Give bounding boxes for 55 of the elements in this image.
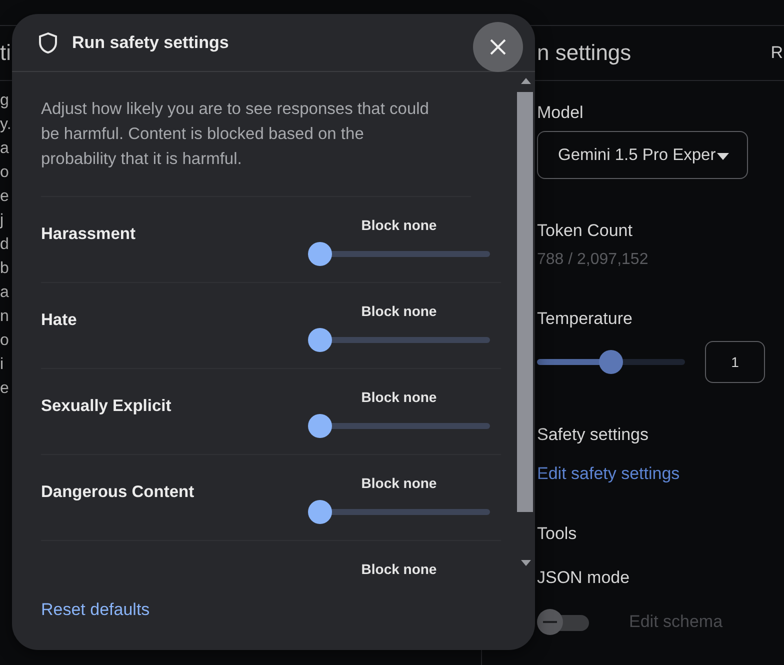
category-label: Dangerous Content bbox=[41, 483, 194, 502]
threshold-label: Block none bbox=[361, 217, 437, 233]
token-count: 788 / 2,097,152 bbox=[537, 251, 650, 269]
panel-title: n settings bbox=[537, 40, 632, 66]
slider-thumb[interactable] bbox=[308, 328, 332, 352]
minus-icon bbox=[543, 621, 557, 623]
scroll-down-icon[interactable] bbox=[521, 560, 531, 566]
slider-thumb[interactable] bbox=[308, 500, 332, 524]
panel-title: ti bbox=[0, 40, 11, 66]
threshold-slider[interactable] bbox=[308, 242, 490, 266]
category-label: Hate bbox=[41, 311, 77, 330]
temperature-input[interactable]: 1 bbox=[705, 341, 765, 383]
temperature-label: Temperature bbox=[537, 309, 634, 329]
tools-label: Tools bbox=[537, 524, 578, 544]
close-icon bbox=[489, 38, 507, 56]
text-line: i bbox=[0, 355, 4, 375]
caret-icon bbox=[717, 153, 729, 160]
text-line: n bbox=[0, 307, 9, 327]
edit-safety-link[interactable]: Edit safety settings bbox=[537, 464, 680, 484]
text-line: b bbox=[0, 259, 9, 279]
threshold-slider[interactable] bbox=[308, 328, 490, 352]
slider-thumb[interactable] bbox=[599, 350, 623, 374]
text-line: o bbox=[0, 163, 9, 183]
header-button[interactable]: R bbox=[770, 43, 783, 63]
reset-defaults-link[interactable]: Reset defaults bbox=[41, 600, 150, 620]
text-line: a bbox=[0, 139, 9, 159]
text-line: g bbox=[0, 91, 9, 111]
model-dropdown[interactable]: Gemini 1.5 Pro Exper bbox=[537, 131, 748, 179]
text-line: e bbox=[0, 187, 9, 207]
text-line: a bbox=[0, 283, 9, 303]
slider-thumb[interactable] bbox=[308, 414, 332, 438]
text-line: e bbox=[0, 379, 9, 399]
text-line: y. bbox=[0, 115, 12, 135]
temperature-slider[interactable] bbox=[537, 350, 685, 374]
text-line: d bbox=[0, 235, 9, 255]
text-line: o bbox=[0, 331, 9, 351]
dialog-title: Run safety settings bbox=[72, 32, 229, 52]
safety-settings-label: Safety settings bbox=[537, 425, 650, 445]
threshold-label: Block none bbox=[361, 561, 437, 577]
threshold-label: Block none bbox=[361, 303, 437, 319]
slider-thumb[interactable] bbox=[308, 242, 332, 266]
threshold-label: Block none bbox=[361, 389, 437, 405]
threshold-slider[interactable] bbox=[308, 500, 490, 524]
threshold-label: Block none bbox=[361, 475, 437, 491]
scrollbar-thumb[interactable] bbox=[517, 92, 533, 512]
shield-icon bbox=[38, 32, 58, 54]
token-count-label: Token Count bbox=[537, 221, 634, 241]
json-mode-label: JSON mode bbox=[537, 568, 631, 588]
category-label: Sexually Explicit bbox=[41, 397, 172, 416]
threshold-slider[interactable] bbox=[308, 414, 490, 438]
dialog-description: Adjust how likely you are to see responses that could be harmful. Content is blocked based on the probability that it is harmful. bbox=[41, 97, 471, 197]
model-label: Model bbox=[537, 103, 584, 123]
category-label: Harassment bbox=[41, 225, 136, 244]
close-button[interactable] bbox=[473, 22, 523, 72]
scroll-up-icon[interactable] bbox=[521, 78, 531, 84]
